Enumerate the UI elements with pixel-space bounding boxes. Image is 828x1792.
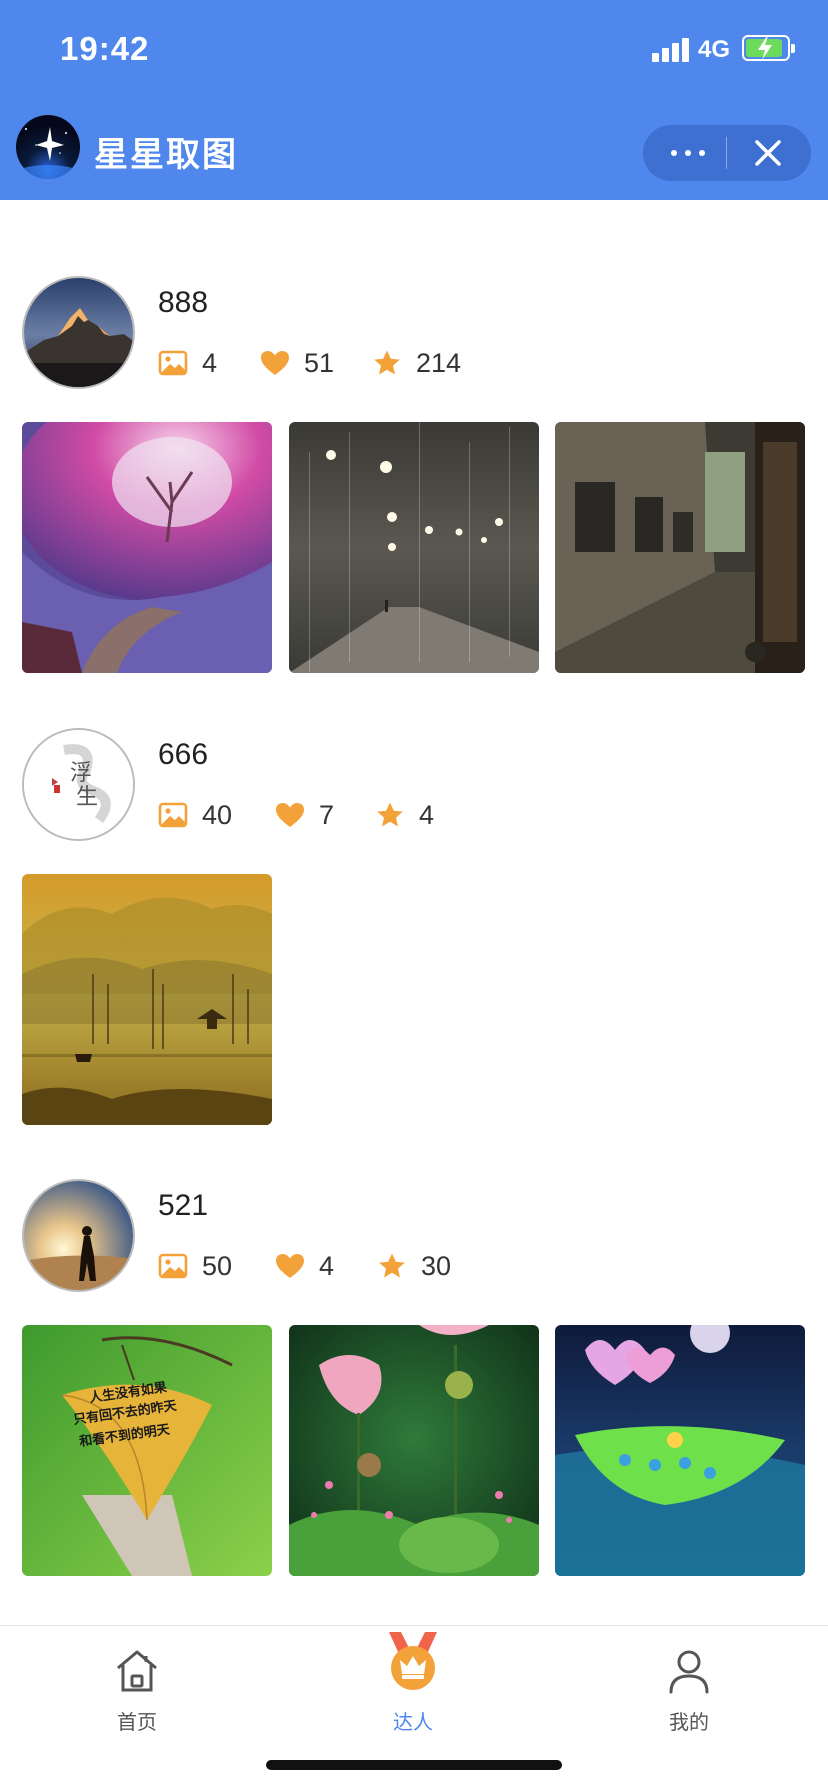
tab-label-mine: 我的: [669, 1710, 709, 1734]
favorites-count: 30: [377, 1249, 451, 1283]
more-button[interactable]: [663, 131, 713, 175]
screen: 19:42 4G 星星取图 888 4 51 214 浮 生 666 40 7 …: [0, 0, 828, 1792]
images-count-value: 4: [202, 347, 218, 378]
star-icon: [374, 350, 400, 375]
close-icon: [755, 140, 781, 166]
battery-icon: [742, 35, 795, 61]
favorites-count: 4: [375, 798, 434, 832]
mini-program-capsule: [643, 125, 811, 181]
images-count: 50: [158, 1249, 232, 1283]
user-card[interactable]: 888 4 51 214: [0, 276, 828, 676]
likes-count-value: 51: [304, 347, 335, 378]
crown-medal-icon: [389, 1632, 437, 1690]
star-icon: [379, 1253, 405, 1278]
photo-thumbnail[interactable]: [555, 422, 805, 673]
likes-count: 7: [275, 798, 334, 832]
navbar: 星星取图: [0, 105, 828, 195]
photo-thumbnail[interactable]: [289, 422, 539, 673]
images-count: 40: [158, 798, 232, 832]
username: 521: [158, 1189, 209, 1222]
user-card[interactable]: 521 50 4 30 人生没有如果 只有回不去的昨天 和看不到的明天: [0, 1179, 828, 1579]
username: 666: [158, 738, 209, 771]
tab-label-home: 首页: [117, 1710, 157, 1734]
avatar[interactable]: 浮 生: [22, 728, 135, 841]
likes-count: 51: [260, 346, 334, 380]
image-icon: [158, 1253, 188, 1279]
home-icon: [117, 1650, 157, 1692]
tab-mine[interactable]: 我的: [629, 1636, 749, 1736]
app-logo: [16, 115, 80, 179]
close-button[interactable]: [743, 131, 793, 175]
status-time: 19:42: [60, 30, 150, 67]
favorites-count-value: 30: [421, 1250, 452, 1281]
signal-icon: [652, 36, 692, 62]
favorites-count-value: 4: [419, 799, 435, 830]
favorites-count-value: 214: [416, 347, 462, 378]
favorites-count: 214: [372, 346, 461, 380]
image-icon: [158, 802, 188, 828]
expert-list: 888 4 51 214 浮 生 666 40 7 4 521 50 4 30 …: [0, 200, 828, 1625]
photo-thumbnail[interactable]: [22, 422, 272, 673]
star-icon: [377, 802, 403, 827]
app-title: 星星取图: [94, 135, 238, 175]
svg-text:浮: 浮: [70, 761, 92, 786]
header: 19:42 4G 星星取图: [0, 0, 828, 200]
photo-thumbnail[interactable]: [555, 1325, 805, 1576]
image-icon: [158, 350, 188, 376]
user-card[interactable]: 浮 生 666 40 7 4: [0, 728, 828, 1128]
status-bar: 19:42 4G: [0, 0, 828, 100]
heart-icon: [261, 351, 289, 375]
home-indicator: [266, 1760, 562, 1770]
images-count-value: 40: [202, 799, 233, 830]
likes-count: 4: [275, 1249, 334, 1283]
likes-count-value: 4: [319, 1250, 335, 1281]
person-icon: [669, 1650, 709, 1694]
photo-thumbnail[interactable]: [22, 874, 272, 1125]
network-type: 4G: [698, 36, 731, 63]
avatar[interactable]: [22, 1179, 135, 1292]
images-count: 4: [158, 346, 217, 380]
svg-text:生: 生: [76, 785, 98, 810]
tab-label-experts: 达人: [393, 1710, 433, 1734]
username: 888: [158, 286, 209, 319]
heart-icon: [276, 803, 304, 827]
heart-icon: [276, 1254, 304, 1278]
tab-experts[interactable]: 达人: [353, 1632, 473, 1736]
avatar[interactable]: [22, 276, 135, 389]
photo-thumbnail[interactable]: [289, 1325, 539, 1576]
tab-home[interactable]: 首页: [77, 1636, 197, 1736]
photo-thumbnail[interactable]: 人生没有如果 只有回不去的昨天 和看不到的明天: [22, 1325, 272, 1576]
likes-count-value: 7: [319, 799, 335, 830]
images-count-value: 50: [202, 1250, 233, 1281]
